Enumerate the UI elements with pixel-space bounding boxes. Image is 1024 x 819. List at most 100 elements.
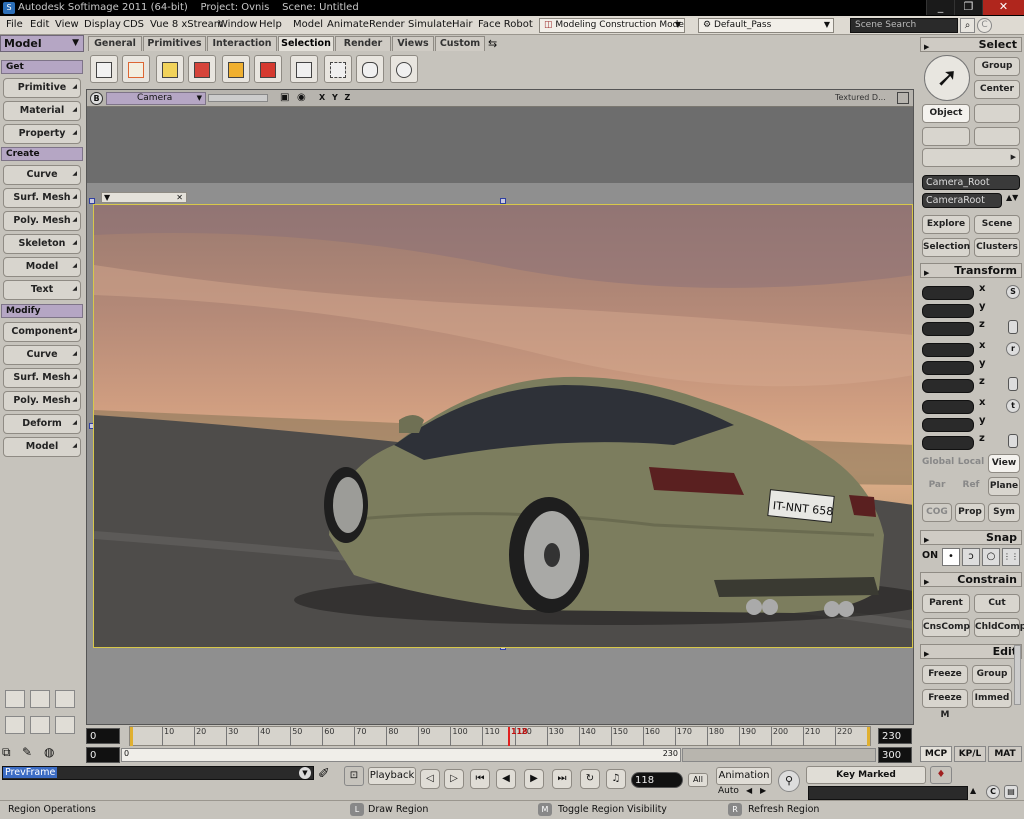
freeze-button[interactable]: Freeze [922, 665, 968, 684]
select-arrow-tool[interactable]: ➚ [924, 55, 970, 101]
get-material-button[interactable]: Material ◢ [3, 101, 81, 121]
play-backward-button[interactable]: ◀ [496, 769, 516, 789]
animation-menu-button[interactable]: Animation [716, 767, 772, 785]
maximize-viewport-icon[interactable] [897, 92, 909, 104]
constrain-section-header[interactable]: ▶ Constrain [920, 572, 1022, 587]
viewport-memo-slots[interactable] [208, 94, 268, 102]
go-to-end-button[interactable]: ⏭ [552, 769, 572, 789]
snap-surface-icon[interactable]: ○ [982, 548, 1000, 566]
create-poly-mesh-button[interactable]: Poly. Mesh ◢ [3, 211, 81, 231]
tab-options-icon[interactable]: ⇆ [488, 37, 497, 50]
render-region[interactable]: IT-NNT 658 [93, 204, 913, 648]
panel-scrollbar[interactable] [1014, 645, 1021, 705]
tab-views[interactable]: Views [392, 36, 434, 51]
select-cube-yellow-icon[interactable] [156, 55, 184, 83]
next-key-icon[interactable]: ▶ [760, 786, 766, 795]
get-property-button[interactable]: Property ◢ [3, 124, 81, 144]
create-model-button[interactable]: Model ◢ [3, 257, 81, 277]
audio-button[interactable]: ♫ [606, 769, 626, 789]
menu-face-robot[interactable]: Face Robot [478, 19, 533, 30]
close-button[interactable]: ✕ [982, 0, 1024, 15]
tab-interaction[interactable]: Interaction [207, 36, 277, 51]
all-button[interactable]: All [688, 773, 708, 787]
tab-general[interactable]: General [88, 36, 142, 51]
scale-y-field[interactable] [922, 304, 974, 318]
rectangle-select-icon[interactable] [324, 55, 352, 83]
snap-on-toggle[interactable]: ON [922, 550, 938, 561]
rotate-lock-icon[interactable] [1008, 377, 1018, 391]
select-group-button[interactable]: Group [974, 57, 1020, 76]
select-center-button[interactable]: Center [974, 80, 1020, 99]
prev-key-icon[interactable]: ◀ [746, 786, 752, 795]
translate-x-field[interactable] [922, 400, 974, 414]
scene-explorer-icon[interactable]: ⧉ [2, 745, 18, 761]
prop-button[interactable]: Prop [955, 503, 985, 522]
menu-display[interactable]: Display [84, 19, 121, 30]
auto-key-toggle[interactable]: Auto [718, 786, 739, 796]
scale-lock-icon[interactable] [1008, 320, 1018, 334]
tab-selection[interactable]: Selection [278, 36, 334, 51]
snap-point-icon[interactable]: • [942, 548, 960, 566]
section-get[interactable]: Get [1, 60, 83, 74]
menu-simulate[interactable]: Simulate [408, 19, 452, 30]
rotate-x-field[interactable] [922, 343, 974, 357]
create-skeleton-button[interactable]: Skeleton ◢ [3, 234, 81, 254]
select-cube-edges-icon[interactable] [122, 55, 150, 83]
select-section-header[interactable]: ▶ Select [920, 37, 1022, 52]
render-region-bar[interactable]: ▼ ✕ [101, 192, 187, 203]
tab-mat[interactable]: MAT [988, 746, 1022, 762]
loop-button[interactable]: ↻ [580, 769, 600, 789]
prev-frame-button[interactable]: ▷ [444, 769, 464, 789]
key-marked-parameters-button[interactable]: Key Marked Parameters [806, 766, 926, 796]
range-slider-track[interactable] [682, 748, 876, 762]
softimage-app-icon[interactable]: S [3, 2, 15, 14]
modify-deform-button[interactable]: Deform ◢ [3, 414, 81, 434]
scale-x-field[interactable] [922, 286, 974, 300]
snap-grid-icon[interactable]: ⋮⋮ [1002, 548, 1020, 566]
space-global-button[interactable]: Global [922, 454, 954, 473]
translate-y-field[interactable] [922, 418, 974, 432]
scale-z-field[interactable] [922, 322, 974, 336]
search-icon[interactable]: ⌕ [960, 18, 975, 33]
select-arrow-icon[interactable] [290, 55, 318, 83]
menu-view[interactable]: View [55, 19, 79, 30]
range-slider[interactable]: 0 230 [121, 748, 681, 762]
viewport-b[interactable]: B Camera ▼ ▣ ◉ X Y Z Textured D... ▼ ✕ I… [86, 89, 914, 725]
create-surf-mesh-button[interactable]: Surf. Mesh ◢ [3, 188, 81, 208]
minimize-button[interactable]: _ [926, 0, 954, 15]
menu-edit[interactable]: Edit [30, 19, 49, 30]
select-cube-red-icon[interactable] [188, 55, 216, 83]
layout-split-icon[interactable] [30, 690, 50, 708]
palette-icon[interactable]: ◍ [44, 745, 60, 761]
current-frame-field[interactable]: 118 [631, 772, 683, 788]
select-object-button[interactable]: Object [922, 104, 970, 123]
key-icon[interactable]: ⚲ [778, 770, 800, 792]
group-button[interactable]: Group [972, 665, 1012, 684]
menu-model[interactable]: Model [293, 19, 323, 30]
space-view-button[interactable]: View [988, 454, 1020, 473]
name-spinner-icon[interactable]: ▲▼ [1006, 193, 1018, 202]
selection-button[interactable]: Selection [922, 238, 970, 257]
layout-toggle-icon[interactable] [5, 690, 25, 708]
select-cube-arrow-red-icon[interactable] [254, 55, 282, 83]
eye-icon[interactable]: ◉ [297, 92, 306, 103]
tools-icon[interactable]: ✎ [22, 745, 38, 761]
rewind-to-start-button[interactable]: ⏮ [470, 769, 490, 789]
section-create[interactable]: Create [1, 147, 83, 161]
translate-z-field[interactable] [922, 436, 974, 450]
translate-lock-icon[interactable] [1008, 434, 1018, 448]
tab-custom[interactable]: Custom [435, 36, 485, 51]
space-ref-button[interactable]: Ref [956, 477, 986, 496]
menu-vue-xstream[interactable]: Vue 8 xStream [150, 19, 223, 30]
parent-button[interactable]: Parent [922, 594, 970, 613]
keyframe-icon[interactable]: ♦ [930, 766, 952, 784]
transform-section-header[interactable]: ▶ Transform [920, 263, 1022, 278]
paste-icon[interactable]: ▤ [1004, 785, 1018, 799]
tab-render[interactable]: Render [335, 36, 391, 51]
freeform-select-icon[interactable] [390, 55, 418, 83]
select-filter-slot-1[interactable] [922, 127, 970, 146]
display-mode-menu[interactable]: Textured D... [835, 93, 886, 102]
selection-name-field[interactable]: Camera_Root [922, 175, 1020, 190]
immed-button[interactable]: Immed [972, 689, 1012, 708]
modify-model-button[interactable]: Model ◢ [3, 437, 81, 457]
